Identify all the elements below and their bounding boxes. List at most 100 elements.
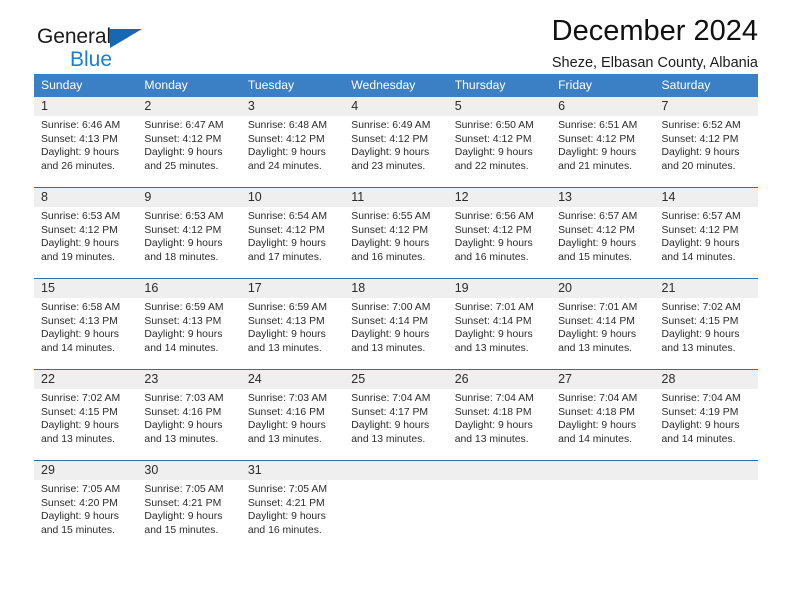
- day-number: 11: [344, 188, 448, 207]
- day-cell-inner: 1 Sunrise: 6:46 AM Sunset: 4:13 PM Daylight…: [34, 97, 138, 187]
- calendar-day-cell[interactable]: 28 Sunrise: 7:04 AM Sunset: 4:19 PM Dayligh…: [654, 370, 758, 461]
- calendar-day-cell[interactable]: 3 Sunrise: 6:48 AM Sunset: 4:12 PM Daylight…: [240, 97, 345, 188]
- calendar-day-cell[interactable]: 13 Sunrise: 6:57 AM Sunset: 4:12 PM Dayligh…: [551, 188, 655, 279]
- day-number: 10: [240, 188, 345, 207]
- calendar-day-cell[interactable]: 31 Sunrise: 7:05 AM Sunset: 4:21 PM Dayligh…: [240, 461, 345, 551]
- day-number: 8: [34, 188, 138, 207]
- calendar-day-cell[interactable]: 6 Sunrise: 6:51 AM Sunset: 4:12 PM Daylight…: [551, 97, 655, 188]
- calendar-day-cell[interactable]: 21 Sunrise: 7:02 AM Sunset: 4:15 PM Dayligh…: [654, 279, 758, 370]
- daylight-text-line2: and 13 minutes.: [661, 342, 736, 354]
- sunrise-text: Sunrise: 7:02 AM: [661, 302, 741, 313]
- weekday-header-wednesday: Wednesday: [344, 74, 448, 97]
- calendar-day-cell[interactable]: 16 Sunrise: 6:59 AM Sunset: 4:13 PM Dayligh…: [137, 279, 241, 370]
- calendar-day-cell[interactable]: 24 Sunrise: 7:03 AM Sunset: 4:16 PM Dayligh…: [240, 370, 345, 461]
- day-details: Sunrise: 6:53 AM Sunset: 4:12 PM Daylight:…: [34, 207, 137, 264]
- calendar-day-cell[interactable]: 10 Sunrise: 6:54 AM Sunset: 4:12 PM Dayligh…: [240, 188, 345, 279]
- daylight-text-line2: and 16 minutes.: [247, 524, 322, 536]
- sunset-text: Sunset: 4:14 PM: [454, 315, 532, 327]
- daylight-text-line2: and 16 minutes.: [351, 251, 426, 263]
- weekday-header-tuesday: Tuesday: [240, 74, 345, 97]
- day-cell-inner: 13 Sunrise: 6:57 AM Sunset: 4:12 PM Dayligh…: [551, 188, 655, 278]
- day-number: 22: [34, 370, 138, 389]
- calendar-day-cell[interactable]: 26 Sunrise: 7:04 AM Sunset: 4:18 PM Dayligh…: [447, 370, 552, 461]
- day-number: 5: [447, 97, 552, 116]
- calendar-day-cell[interactable]: 12 Sunrise: 6:56 AM Sunset: 4:12 PM Dayligh…: [447, 188, 552, 279]
- calendar-day-cell[interactable]: 11 Sunrise: 6:55 AM Sunset: 4:12 PM Dayligh…: [344, 188, 448, 279]
- daylight-text-line1: Daylight: 9 hours: [454, 147, 533, 159]
- calendar-day-cell[interactable]: 14 Sunrise: 6:57 AM Sunset: 4:12 PM Dayligh…: [654, 188, 758, 279]
- sunset-text: Sunset: 4:18 PM: [558, 406, 635, 418]
- daylight-text-line1: Daylight: 9 hours: [351, 238, 430, 250]
- calendar-day-cell[interactable]: 15 Sunrise: 6:58 AM Sunset: 4:13 PM Dayligh…: [34, 279, 138, 370]
- daylight-text-line1: Daylight: 9 hours: [41, 511, 119, 523]
- calendar-day-cell[interactable]: 22 Sunrise: 7:02 AM Sunset: 4:15 PM Dayligh…: [34, 370, 138, 461]
- day-details: [448, 480, 551, 483]
- calendar-day-cell[interactable]: 18 Sunrise: 7:00 AM Sunset: 4:14 PM Dayligh…: [344, 279, 448, 370]
- daylight-text-line1: Daylight: 9 hours: [351, 329, 430, 341]
- daylight-text-line1: Daylight: 9 hours: [144, 238, 223, 250]
- daylight-text-line2: and 13 minutes.: [144, 433, 219, 445]
- daylight-text-line2: and 22 minutes.: [454, 160, 529, 172]
- sunset-text: Sunset: 4:12 PM: [351, 224, 429, 236]
- general-blue-logo: General Blue: [37, 26, 142, 71]
- sunrise-text: Sunrise: 6:54 AM: [247, 211, 327, 222]
- daylight-text-line2: and 24 minutes.: [247, 160, 322, 172]
- day-details: Sunrise: 6:53 AM Sunset: 4:12 PM Daylight:…: [137, 207, 240, 264]
- daylight-text-line2: and 23 minutes.: [351, 160, 426, 172]
- day-cell-inner: 29 Sunrise: 7:05 AM Sunset: 4:20 PM Dayligh…: [34, 461, 138, 551]
- daylight-text-line1: Daylight: 9 hours: [247, 329, 326, 341]
- page-header: General Blue December 2024 Sheze, Elbasa…: [34, 0, 758, 74]
- daylight-text-line1: Daylight: 9 hours: [247, 147, 326, 159]
- sunrise-text: Sunrise: 7:03 AM: [247, 393, 327, 404]
- day-cell-inner: 24 Sunrise: 7:03 AM Sunset: 4:16 PM Dayligh…: [240, 370, 345, 460]
- calendar-day-cell[interactable]: 29 Sunrise: 7:05 AM Sunset: 4:20 PM Dayligh…: [34, 461, 138, 551]
- sunset-text: Sunset: 4:16 PM: [144, 406, 222, 418]
- day-details: Sunrise: 6:55 AM Sunset: 4:12 PM Daylight:…: [344, 207, 447, 264]
- day-details: Sunrise: 7:00 AM Sunset: 4:14 PM Daylight:…: [344, 298, 447, 355]
- calendar-day-cell[interactable]: 7 Sunrise: 6:52 AM Sunset: 4:12 PM Daylight…: [654, 97, 758, 188]
- day-number: 13: [551, 188, 655, 207]
- daylight-text-line2: and 25 minutes.: [144, 160, 219, 172]
- calendar-day-cell[interactable]: 17 Sunrise: 6:59 AM Sunset: 4:13 PM Dayligh…: [240, 279, 345, 370]
- calendar-day-cell[interactable]: 5 Sunrise: 6:50 AM Sunset: 4:12 PM Daylight…: [447, 97, 552, 188]
- calendar-day-cell[interactable]: 8 Sunrise: 6:53 AM Sunset: 4:12 PM Daylight…: [34, 188, 138, 279]
- day-details: [344, 480, 447, 483]
- sunrise-text: Sunrise: 6:59 AM: [247, 302, 327, 313]
- sunset-text: Sunset: 4:13 PM: [144, 315, 222, 327]
- day-details: Sunrise: 7:04 AM Sunset: 4:18 PM Daylight:…: [551, 389, 654, 446]
- calendar-day-cell[interactable]: 25 Sunrise: 7:04 AM Sunset: 4:17 PM Dayligh…: [344, 370, 448, 461]
- day-cell-inner: 27 Sunrise: 7:04 AM Sunset: 4:18 PM Dayligh…: [551, 370, 655, 460]
- calendar-day-cell[interactable]: 9 Sunrise: 6:53 AM Sunset: 4:12 PM Daylight…: [137, 188, 241, 279]
- daylight-text-line1: Daylight: 9 hours: [247, 238, 326, 250]
- calendar-day-cell[interactable]: 19 Sunrise: 7:01 AM Sunset: 4:14 PM Dayligh…: [447, 279, 552, 370]
- daylight-text-line1: Daylight: 9 hours: [144, 329, 223, 341]
- sunrise-text: Sunrise: 7:02 AM: [41, 393, 121, 404]
- daylight-text-line2: and 18 minutes.: [144, 251, 219, 263]
- day-number: 2: [137, 97, 241, 116]
- day-cell-inner: 31 Sunrise: 7:05 AM Sunset: 4:21 PM Dayligh…: [240, 461, 345, 551]
- day-number: 15: [34, 279, 138, 298]
- daylight-text-line1: Daylight: 9 hours: [41, 147, 119, 159]
- day-details: Sunrise: 7:05 AM Sunset: 4:20 PM Daylight:…: [34, 480, 137, 537]
- calendar-day-cell[interactable]: 4 Sunrise: 6:49 AM Sunset: 4:12 PM Daylight…: [344, 97, 448, 188]
- daylight-text-line2: and 17 minutes.: [247, 251, 322, 263]
- day-number: 24: [240, 370, 345, 389]
- sunset-text: Sunset: 4:14 PM: [558, 315, 635, 327]
- calendar-day-cell[interactable]: 1 Sunrise: 6:46 AM Sunset: 4:13 PM Daylight…: [34, 97, 138, 188]
- daylight-text-line2: and 14 minutes.: [144, 342, 219, 354]
- day-details: [551, 480, 654, 483]
- calendar-week-row: 15 Sunrise: 6:58 AM Sunset: 4:13 PM Dayligh…: [34, 278, 758, 370]
- calendar-day-cell[interactable]: 27 Sunrise: 7:04 AM Sunset: 4:18 PM Dayligh…: [551, 370, 655, 461]
- calendar-day-cell[interactable]: 23 Sunrise: 7:03 AM Sunset: 4:16 PM Dayligh…: [137, 370, 241, 461]
- weekday-header-sunday: Sunday: [34, 74, 138, 97]
- calendar-day-cell[interactable]: 2 Sunrise: 6:47 AM Sunset: 4:12 PM Daylight…: [137, 97, 241, 188]
- day-cell-inner: [551, 461, 655, 551]
- daylight-text-line1: Daylight: 9 hours: [661, 420, 740, 432]
- calendar-day-cell[interactable]: 20 Sunrise: 7:01 AM Sunset: 4:14 PM Dayligh…: [551, 279, 655, 370]
- day-details: Sunrise: 7:01 AM Sunset: 4:14 PM Daylight:…: [448, 298, 551, 355]
- calendar-day-cell[interactable]: 30 Sunrise: 7:05 AM Sunset: 4:21 PM Dayligh…: [137, 461, 241, 551]
- page-title: December 2024: [551, 15, 758, 47]
- day-cell-inner: 9 Sunrise: 6:53 AM Sunset: 4:12 PM Daylight…: [137, 188, 241, 278]
- day-details: Sunrise: 7:04 AM Sunset: 4:18 PM Daylight:…: [448, 389, 551, 446]
- sunrise-text: Sunrise: 6:58 AM: [41, 302, 121, 313]
